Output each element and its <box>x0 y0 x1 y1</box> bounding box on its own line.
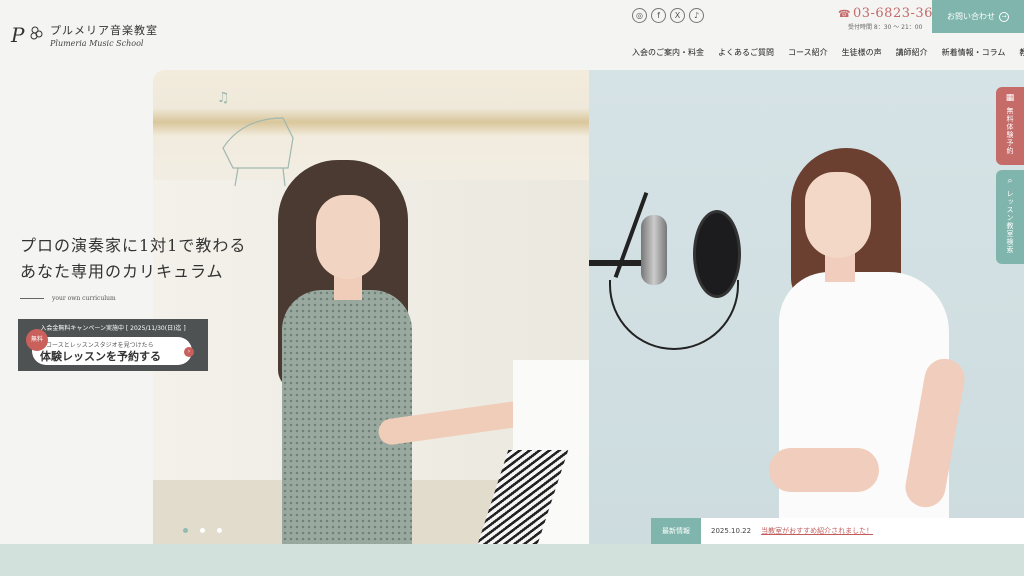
pop-filter <box>693 210 741 298</box>
cta-main-text: 体験レッスンを予約する <box>40 350 161 363</box>
news-label: 最新情報 <box>651 518 701 544</box>
nav-item-faq[interactable]: よくあるご質問 <box>718 47 774 58</box>
nav-item-admission[interactable]: 入会のご案内・料金 <box>632 47 704 58</box>
svg-text:♫: ♫ <box>217 90 230 106</box>
pianist-photo <box>268 160 530 544</box>
news-title-link[interactable]: 当教室がおすすめ紹介されました！ <box>761 526 873 536</box>
side-tab-studio-search[interactable]: ⌕ レッスン教室検索 <box>996 170 1024 264</box>
trial-reserve-button[interactable]: コースとレッスンスタジオを見つけたら 体験レッスンを予約する › <box>32 337 194 365</box>
arrow-right-icon: › <box>184 347 194 357</box>
svg-text:P: P <box>10 23 25 47</box>
tagline-sub: your own curriculum <box>20 295 246 302</box>
slider-dot[interactable] <box>183 528 188 533</box>
nav-item-voices[interactable]: 生徒様の声 <box>842 47 882 58</box>
singer-photo <box>765 148 1005 544</box>
search-icon: ⌕ <box>1007 176 1013 186</box>
contact-button[interactable]: お問い合わせ → <box>932 0 1024 33</box>
tiktok-icon[interactable]: ♪ <box>689 8 704 23</box>
microphone-icon <box>641 215 667 285</box>
slider-dot[interactable] <box>217 528 222 533</box>
brand-name: プルメリア音楽教室 <box>50 24 158 37</box>
nav-item-news[interactable]: 新着情報・コラム <box>942 47 1006 58</box>
side-tab-label: 無料体験予約 <box>1006 107 1014 155</box>
free-badge: 無料 <box>26 329 48 351</box>
social-links: ◎ f X ♪ <box>632 8 704 23</box>
contact-button-label: お問い合わせ <box>947 12 995 21</box>
trial-cta-banner[interactable]: 入会金無料キャンペーン実施中 [ 2025/11/30(日)迄 ] コースとレッ… <box>18 319 208 371</box>
plumeria-flower-icon: P <box>10 23 43 47</box>
news-ticker: 最新情報 2025.10.22 当教室がおすすめ紹介されました！ <box>651 518 1024 544</box>
nav-item-teachers[interactable]: 講師紹介 <box>896 47 928 58</box>
tagline-line-1: プロの演奏家に1対1で教わる <box>20 236 247 255</box>
nav-item-courses[interactable]: コース紹介 <box>788 47 828 58</box>
arrow-right-icon: → <box>999 11 1009 22</box>
logo[interactable]: P プルメリア音楽教室 Plumeria Music School <box>10 20 158 50</box>
x-icon[interactable]: X <box>670 8 685 23</box>
main-nav: 入会のご案内・料金 よくあるご質問 コース紹介 生徒様の声 講師紹介 新着情報・… <box>632 47 1024 58</box>
hero-image-vocal <box>589 70 1024 544</box>
hero-tagline: プロの演奏家に1対1で教わる あなた専用のカリキュラム your own cur… <box>20 233 246 302</box>
calendar-icon: ▦ <box>1005 93 1015 103</box>
campaign-text: 入会金無料キャンペーン実施中 [ 2025/11/30(日)迄 ] <box>40 325 186 332</box>
side-tab-free-trial[interactable]: ▦ 無料体験予約 <box>996 87 1024 165</box>
tagline-line-2: あなた専用のカリキュラム <box>20 262 224 281</box>
instagram-icon[interactable]: ◎ <box>632 8 647 23</box>
hero-slider: ♫ <box>153 70 1024 544</box>
side-tab-label: レッスン教室検索 <box>1006 190 1014 254</box>
facebook-icon[interactable]: f <box>651 8 666 23</box>
section-band <box>0 544 1024 576</box>
hero-image-piano: ♫ <box>153 70 589 544</box>
slider-dot[interactable] <box>200 528 205 533</box>
slider-dots <box>183 528 222 533</box>
brand-name-en: Plumeria Music School <box>50 39 144 48</box>
news-date: 2025.10.22 <box>711 527 752 535</box>
nav-item-classroom[interactable]: 教室 <box>1019 47 1024 58</box>
